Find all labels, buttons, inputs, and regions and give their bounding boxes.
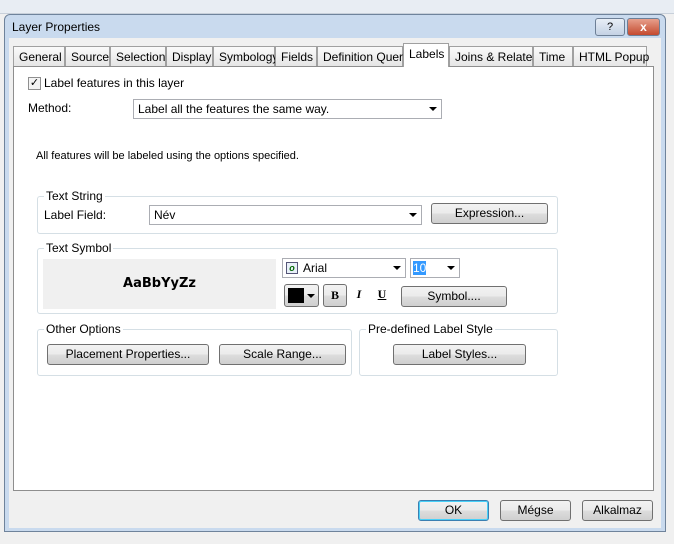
label-styles-button[interactable]: Label Styles... bbox=[393, 344, 526, 365]
tab-labels[interactable]: Labels bbox=[403, 43, 449, 67]
symbol-button[interactable]: Symbol.... bbox=[401, 286, 507, 307]
scale-range-button[interactable]: Scale Range... bbox=[219, 344, 346, 365]
close-button[interactable]: x bbox=[627, 18, 660, 36]
help-button[interactable]: ? bbox=[595, 18, 625, 36]
opentype-font-icon: o bbox=[286, 262, 298, 274]
chevron-down-icon bbox=[447, 266, 455, 270]
label-field-label: Label Field: bbox=[44, 208, 107, 222]
color-swatch bbox=[288, 288, 304, 303]
text-symbol-title: Text Symbol bbox=[44, 241, 114, 255]
method-value: Label all the features the same way. bbox=[138, 102, 330, 116]
tab-fields[interactable]: Fields bbox=[275, 46, 317, 67]
chevron-down-icon bbox=[393, 266, 401, 270]
dialog-title: Layer Properties bbox=[12, 20, 101, 34]
label-features-label: Label features in this layer bbox=[44, 76, 185, 90]
tab-general[interactable]: General bbox=[13, 46, 65, 67]
chevron-down-icon bbox=[429, 107, 437, 111]
apply-button[interactable]: Alkalmaz bbox=[582, 500, 653, 521]
label-field-dropdown[interactable]: Név bbox=[149, 205, 422, 225]
bold-button[interactable]: B bbox=[323, 284, 347, 307]
method-dropdown[interactable]: Label all the features the same way. bbox=[133, 99, 442, 119]
italic-button[interactable]: I bbox=[348, 287, 370, 305]
label-preview: AaBbYyZz bbox=[43, 259, 276, 309]
font-size-value: 10 bbox=[413, 261, 427, 275]
underline-button[interactable]: U bbox=[371, 287, 393, 305]
placement-properties-button[interactable]: Placement Properties... bbox=[47, 344, 209, 365]
tab-selection[interactable]: Selection bbox=[110, 46, 166, 67]
other-options-title: Other Options bbox=[44, 322, 123, 336]
expression-button[interactable]: Expression... bbox=[431, 203, 548, 224]
tab-source[interactable]: Source bbox=[65, 46, 110, 67]
text-string-title: Text String bbox=[44, 189, 105, 203]
font-dropdown[interactable]: o Arial bbox=[282, 258, 406, 278]
method-label: Method: bbox=[28, 101, 72, 115]
tab-definition-query[interactable]: Definition Query bbox=[317, 46, 409, 67]
tab-display[interactable]: Display bbox=[166, 46, 213, 67]
tab-time[interactable]: Time bbox=[533, 46, 573, 67]
ok-button[interactable]: OK bbox=[418, 500, 489, 521]
tab-symbology[interactable]: Symbology bbox=[213, 46, 278, 67]
chevron-down-icon bbox=[409, 213, 417, 217]
cancel-button[interactable]: Mégse bbox=[500, 500, 571, 521]
chevron-down-icon bbox=[307, 294, 315, 298]
label-features-checkbox[interactable]: ✓ bbox=[28, 77, 41, 90]
label-field-value: Név bbox=[154, 208, 176, 222]
predefined-style-title: Pre-defined Label Style bbox=[366, 322, 495, 336]
font-value: Arial bbox=[303, 261, 328, 275]
tab-html-popup[interactable]: HTML Popup bbox=[573, 46, 649, 67]
color-picker-button[interactable] bbox=[284, 284, 319, 307]
info-text: All features will be labeled using the o… bbox=[36, 150, 299, 162]
tab-joins-relates[interactable]: Joins & Relates bbox=[449, 46, 538, 67]
background-toolbar bbox=[0, 0, 674, 14]
font-size-dropdown[interactable]: 10 bbox=[410, 258, 460, 278]
